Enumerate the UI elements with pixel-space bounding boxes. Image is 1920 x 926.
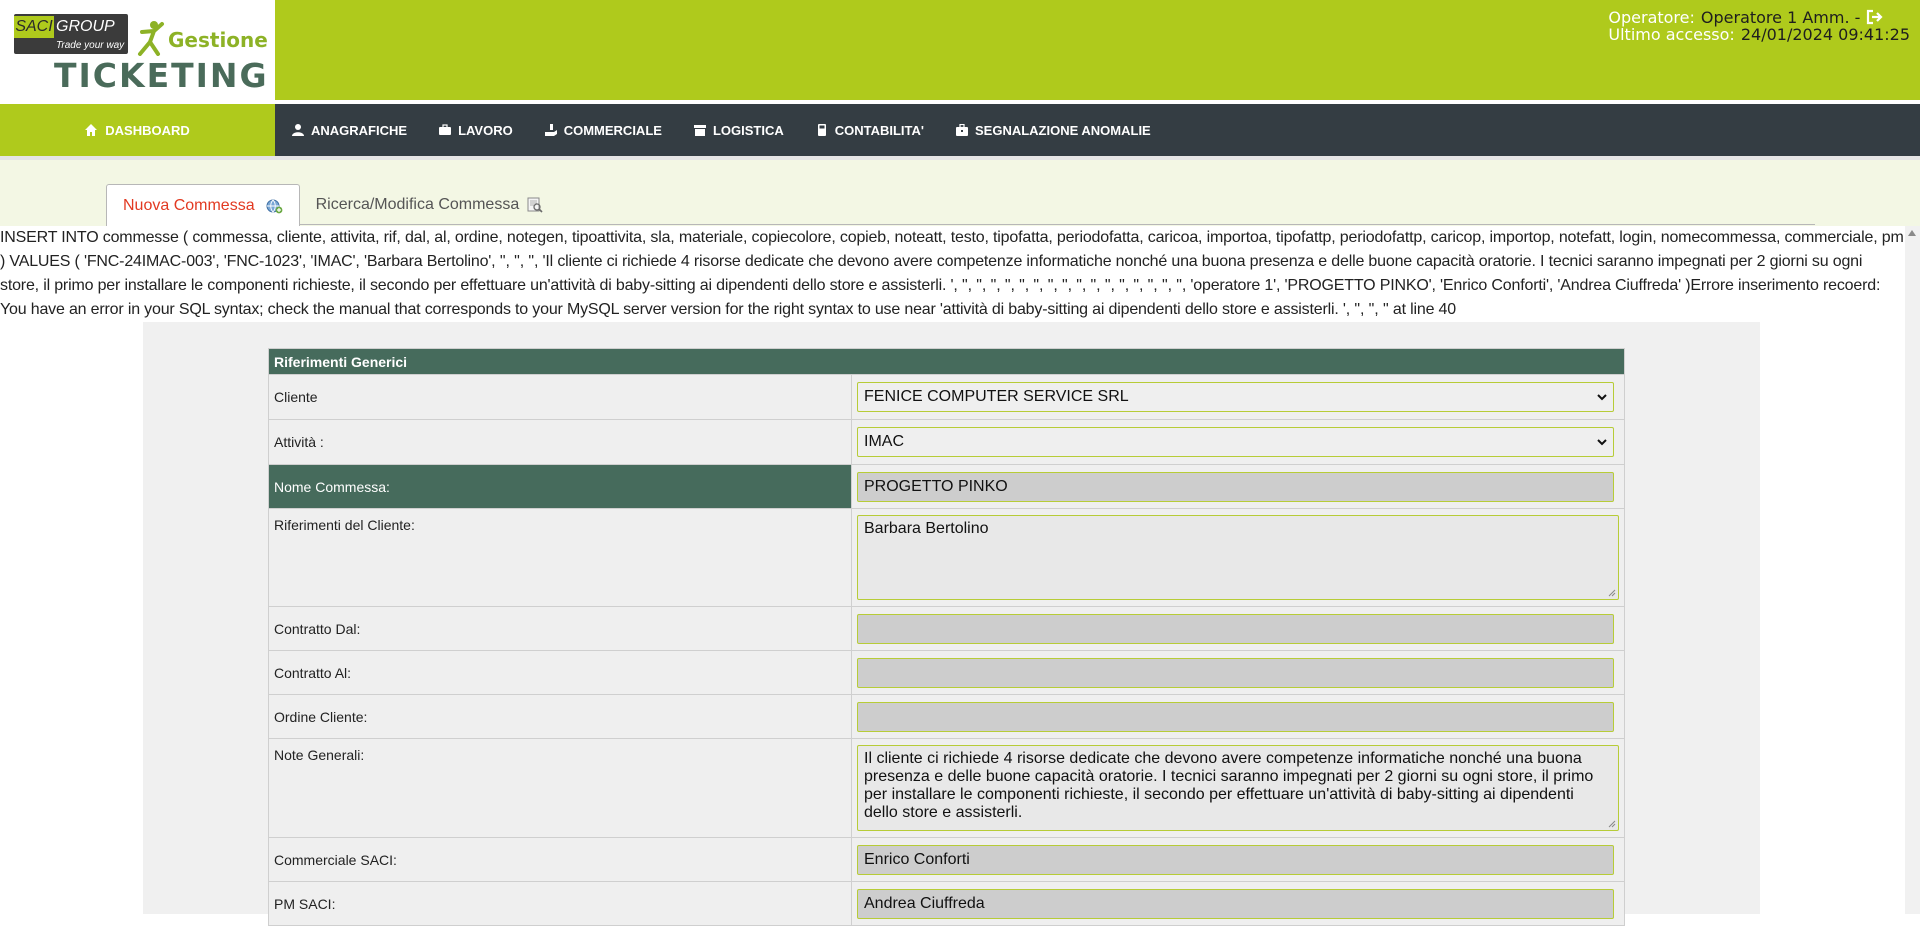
section-title: Riferimenti Generici [268,348,1625,375]
nav-lavoro[interactable]: LAVORO [439,123,513,138]
globe-add-icon [266,199,283,213]
tab-bar: Nuova Commessa Ricerca/Modifica Commessa [106,184,559,226]
nav-dashboard[interactable]: DASHBOARD [0,104,275,156]
row-contratto-al: Contratto Al: [268,650,1625,695]
operator-name: Operatore 1 Amm. - [1700,8,1861,27]
attivita-select[interactable]: IMAC [857,427,1614,457]
row-nome-commessa: Nome Commessa: PROGETTO PINKO [268,464,1625,509]
note-value: Il cliente ci richiede 4 risorse dedicat… [864,750,1594,821]
note-label: Note Generali: [268,738,852,838]
chevron-down-icon [1597,394,1607,401]
nav-segnalazione-label: SEGNALAZIONE ANOMALIE [974,122,1151,138]
home-icon [85,124,98,136]
sql-error-message: INSERT INTO commesse ( commessa, cliente… [0,226,1905,322]
commessa-form: Riferimenti Generici Cliente FENICE COMP… [268,348,1625,926]
commerciale-label: Commerciale SACI: [268,837,852,882]
attivita-label: Attività : [268,419,852,465]
row-ordine: Ordine Cliente: [268,694,1625,739]
box-icon [693,125,706,136]
row-riferimenti: Riferimenti del Cliente: Barbara Bertoli… [268,508,1625,607]
chevron-down-icon [1597,439,1607,446]
row-cliente: Cliente FENICE COMPUTER SERVICE SRL [268,374,1625,420]
cliente-select[interactable]: FENICE COMPUTER SERVICE SRL [857,382,1614,412]
ordine-input[interactable] [857,701,1614,732]
section-header: Riferimenti Generici [268,348,1625,375]
ordine-label: Ordine Cliente: [268,694,852,739]
contratto-dal-label: Contratto Dal: [268,606,852,651]
tab-ricerca-modifica-label: Ricerca/Modifica Commessa [315,196,520,213]
nav-contabilita-label: CONTABILITA' [834,122,924,138]
note-textarea[interactable]: Il cliente ci richiede 4 risorse dedicat… [857,745,1619,831]
search-document-icon [527,197,543,213]
header: SACI GROUP Trade your way Gestione TICKE… [0,0,1920,100]
tab-underline [300,224,1815,225]
nav-logistica-label: LOGISTICA [712,122,784,138]
commerciale-input[interactable]: Enrico Conforti [857,844,1614,875]
row-note: Note Generali: Il cliente ci richiede 4 … [268,738,1625,838]
riferimenti-label: Riferimenti del Cliente: [268,508,852,607]
tab-nuova-commessa-label: Nuova Commessa [123,196,255,214]
contratto-al-input[interactable] [857,657,1614,688]
running-person-icon [138,21,164,56]
riferimenti-value: Barbara Bertolino [864,520,989,537]
operator-info: Operatore: Operatore 1 Amm. - Ultimo acc… [1608,9,1910,43]
contratto-al-label: Contratto Al: [268,650,852,695]
riferimenti-textarea[interactable]: Barbara Bertolino [857,515,1619,600]
nav-segnalazione-anomalie[interactable]: SEGNALAZIONE ANOMALIE [955,122,1151,138]
toolbox-icon [955,124,968,136]
row-attivita: Attività : IMAC [268,419,1625,465]
last-access-value: 24/01/2024 09:41:25 [1740,25,1910,44]
nav-anagrafiche[interactable]: ANAGRAFICHE [292,123,407,138]
row-commerciale: Commerciale SACI: Enrico Conforti [268,837,1625,882]
nav-commerciale-label: COMMERCIALE [563,122,662,138]
attivita-select-value: IMAC [864,433,904,450]
saci-group-logo: SACI GROUP Trade your way [14,14,128,54]
logo-app-name: TICKETING [54,56,269,95]
nav-logistica[interactable]: LOGISTICA [693,122,784,138]
user-icon [292,124,304,136]
resize-grip-icon[interactable] [1608,589,1616,597]
nome-commessa-label: Nome Commessa: [268,464,852,509]
row-contratto-dal: Contratto Dal: [268,606,1625,651]
cliente-select-value: FENICE COMPUTER SERVICE SRL [864,388,1129,405]
hand-icon [544,124,557,136]
nav-dashboard-label: DASHBOARD [105,122,190,138]
main-nav: DASHBOARD ANAGRAFICHE LAVORO COMMERCIALE… [0,104,1920,156]
logout-icon[interactable] [1866,9,1884,25]
logo-tagline: Trade your way [56,40,125,51]
tab-ricerca-modifica[interactable]: Ricerca/Modifica Commessa [300,184,560,226]
row-pm: PM SACI: Andrea Ciuffreda [268,881,1625,926]
nav-lavoro-label: LAVORO [458,122,513,138]
logo-gestione: Gestione [168,28,268,52]
last-access-label: Ultimo accesso: [1608,25,1735,44]
nav-anagrafiche-label: ANAGRAFICHE [311,122,408,138]
nav-commerciale[interactable]: COMMERCIALE [544,122,662,138]
tab-nuova-commessa[interactable]: Nuova Commessa [106,184,300,226]
vertical-scrollbar[interactable] [1905,226,1920,914]
pm-input[interactable]: Andrea Ciuffreda [857,888,1614,919]
logo-brand-right: GROUP [56,18,115,35]
cliente-label: Cliente [268,374,852,420]
briefcase-icon [439,124,452,135]
calculator-icon [817,124,826,136]
scroll-up-arrow-icon[interactable] [1908,230,1916,236]
nome-commessa-input[interactable]: PROGETTO PINKO [857,471,1614,502]
pm-label: PM SACI: [268,881,852,926]
resize-grip-icon[interactable] [1608,820,1616,828]
contratto-dal-input[interactable] [857,613,1614,644]
logo[interactable]: SACI GROUP Trade your way Gestione TICKE… [0,0,275,100]
logo-brand-left: SACI [14,16,54,38]
operator-label: Operatore: [1608,8,1695,27]
nav-contabilita[interactable]: CONTABILITA' [816,123,924,138]
